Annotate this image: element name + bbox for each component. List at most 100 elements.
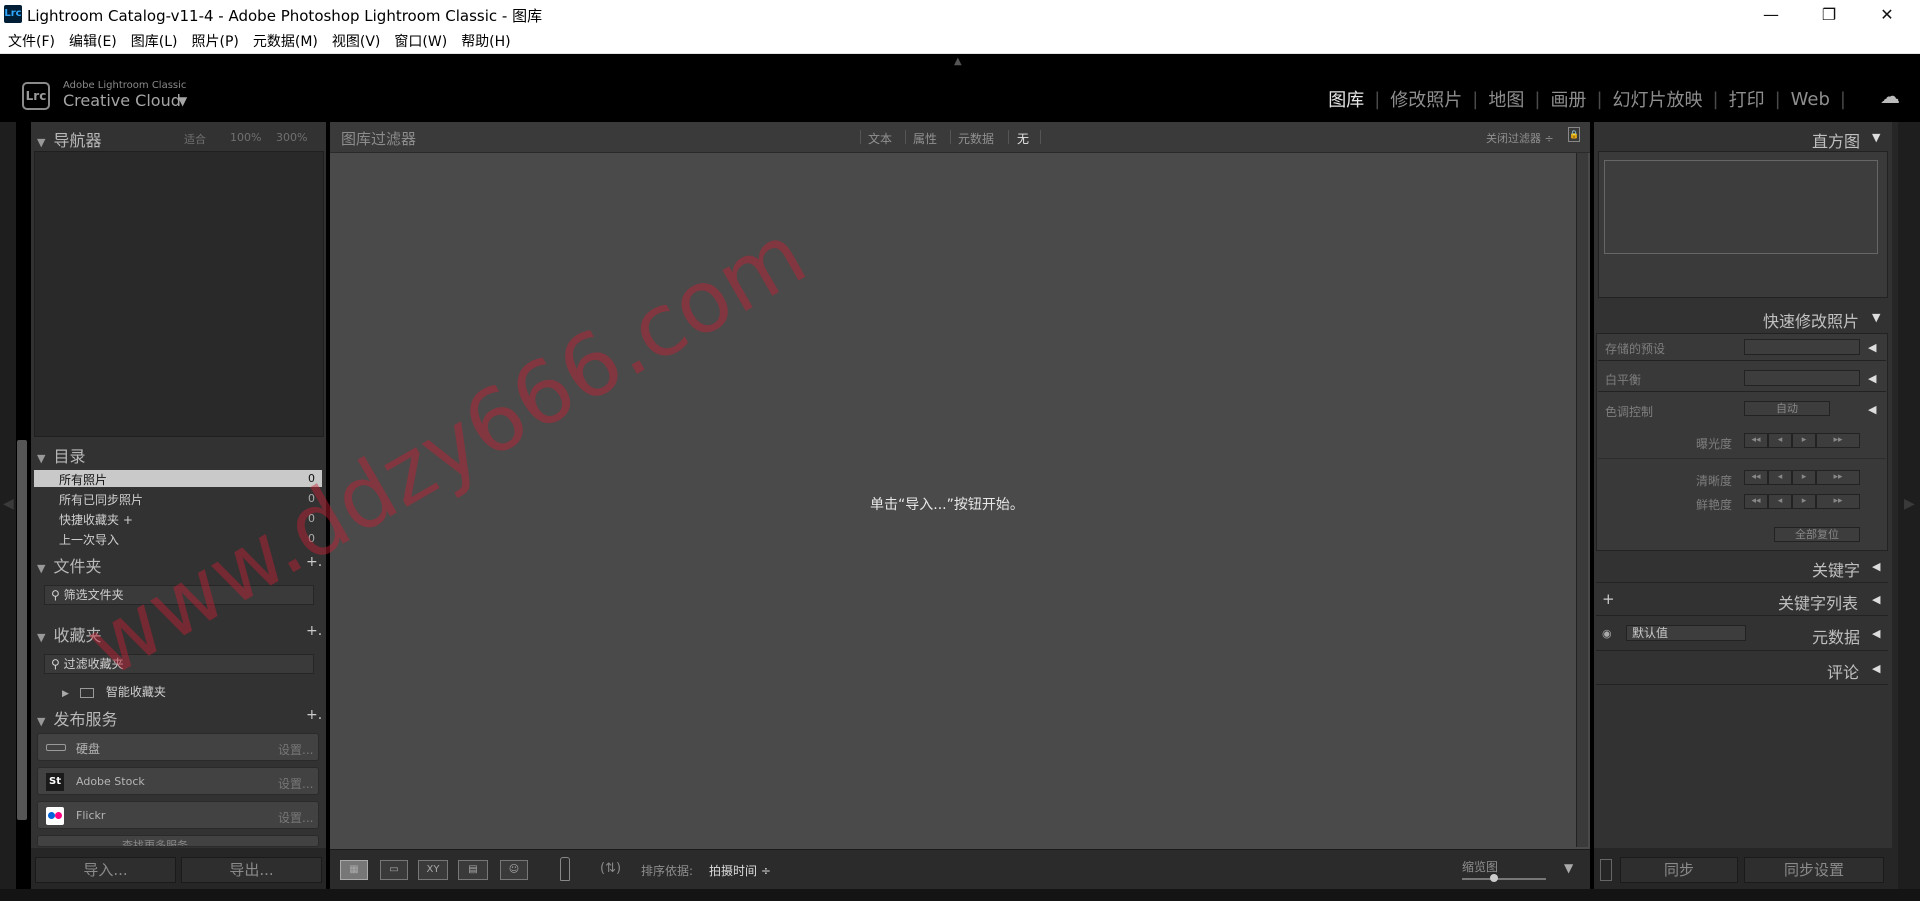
publish-item-hard-drive[interactable]: 硬盘 设置...: [37, 733, 319, 761]
menu-file[interactable]: 文件(F): [8, 31, 55, 51]
panel-expand-icon[interactable]: ◀: [1872, 627, 1880, 640]
panel-collapse-icon[interactable]: ▼: [1872, 131, 1880, 144]
module-library[interactable]: 图库: [1326, 86, 1366, 112]
saved-preset-dropdown[interactable]: [1744, 339, 1860, 355]
keyword-list-header[interactable]: 关键字列表: [1778, 590, 1858, 614]
sort-dropdown[interactable]: 拍摄时间 ÷: [709, 862, 771, 879]
thumbnail-size-slider[interactable]: [1462, 878, 1546, 880]
vibrance-decrease-large[interactable]: ◂◂: [1744, 494, 1768, 509]
import-button[interactable]: 导入...: [35, 857, 176, 883]
left-panel-toggle-icon[interactable]: ◀: [3, 496, 14, 512]
auto-tone-button[interactable]: 自动: [1744, 401, 1830, 416]
eye-icon[interactable]: ◉: [1602, 627, 1612, 640]
menu-library[interactable]: 图库(L): [131, 31, 178, 51]
panel-expand-icon[interactable]: ◀: [1872, 593, 1880, 606]
publish-item-flickr[interactable]: Flickr 设置...: [37, 801, 319, 829]
catalog-item-synced[interactable]: 所有已同步照片: [59, 491, 143, 508]
panel-collapse-icon[interactable]: ▼: [1872, 311, 1880, 324]
sync-settings-button[interactable]: 同步设置: [1744, 857, 1884, 883]
expand-left-icon[interactable]: ◀: [1868, 372, 1876, 385]
brand-creative-cloud[interactable]: Creative Cloud: [63, 91, 181, 110]
menu-help[interactable]: 帮助(H): [461, 31, 510, 51]
exposure-increase-large[interactable]: ▸▸: [1816, 433, 1860, 448]
export-button[interactable]: 导出...: [181, 857, 322, 883]
menu-window[interactable]: 窗口(W): [394, 31, 447, 51]
chevron-down-icon[interactable]: ▼: [178, 94, 187, 108]
histogram-graph[interactable]: [1604, 160, 1878, 254]
folders-header[interactable]: ▼ 文件夹: [37, 553, 101, 577]
clarity-decrease-large[interactable]: ◂◂: [1744, 470, 1768, 485]
white-balance-dropdown[interactable]: [1744, 370, 1860, 386]
publish-item-adobe-stock[interactable]: St Adobe Stock 设置...: [37, 767, 319, 795]
menu-edit[interactable]: 编辑(E): [69, 31, 117, 51]
quick-develop-header[interactable]: 快速修改照片: [1763, 308, 1859, 332]
exposure-decrease[interactable]: ◂: [1768, 433, 1792, 448]
sort-direction-icon[interactable]: (⇅): [600, 861, 621, 876]
panel-expand-icon[interactable]: ◀: [1872, 662, 1880, 675]
lock-icon[interactable]: 🔒: [1568, 127, 1580, 142]
expand-left-icon[interactable]: ◀: [1868, 341, 1876, 354]
expand-left-icon[interactable]: ◀: [1868, 403, 1876, 416]
auto-sync-toggle[interactable]: [1600, 859, 1612, 881]
painter-spray-icon[interactable]: [560, 857, 570, 881]
filter-tab-metadata[interactable]: 元数据: [958, 130, 994, 147]
clarity-increase[interactable]: ▸: [1792, 470, 1816, 485]
exposure-increase[interactable]: ▸: [1792, 433, 1816, 448]
catalog-item-quick-collection[interactable]: 快捷收藏夹 +: [59, 511, 133, 528]
left-panel-scrollbar[interactable]: [17, 440, 27, 820]
publish-setup-link[interactable]: 设置...: [278, 809, 313, 826]
menu-view[interactable]: 视图(V): [332, 31, 381, 51]
zoom-100[interactable]: 100%: [230, 131, 261, 144]
catalog-item-all-photos[interactable]: 所有照片: [59, 471, 107, 488]
vibrance-increase-large[interactable]: ▸▸: [1816, 494, 1860, 509]
reset-all-button[interactable]: 全部复位: [1774, 527, 1860, 542]
module-web[interactable]: Web: [1789, 89, 1832, 110]
cloud-sync-icon[interactable]: ☁: [1880, 86, 1904, 106]
find-more-services[interactable]: 查找更多服务...: [37, 835, 319, 847]
module-develop[interactable]: 修改照片: [1388, 86, 1464, 112]
metadata-header[interactable]: 元数据: [1812, 624, 1860, 648]
module-slideshow[interactable]: 幻灯片放映: [1611, 86, 1705, 112]
navigator-header[interactable]: ▼ 导航器: [37, 127, 101, 151]
top-panel-toggle-icon[interactable]: ▲: [954, 56, 962, 67]
exposure-decrease-large[interactable]: ◂◂: [1744, 433, 1768, 448]
toolbar-menu-chevron-icon[interactable]: ▼: [1564, 861, 1573, 875]
compare-view-icon[interactable]: XY: [418, 860, 448, 880]
close-button[interactable]: ✕: [1858, 0, 1916, 29]
zoom-300[interactable]: 300%: [276, 131, 307, 144]
minimize-button[interactable]: —: [1742, 0, 1800, 29]
grid-scrollbar[interactable]: [1576, 153, 1588, 847]
keywording-header[interactable]: 关键字: [1812, 557, 1860, 581]
add-publish-service-button[interactable]: +.: [306, 707, 322, 723]
vibrance-increase[interactable]: ▸: [1792, 494, 1816, 509]
grid-view-icon[interactable]: ▦: [340, 860, 368, 880]
histogram-header[interactable]: 直方图: [1812, 128, 1860, 152]
clarity-decrease[interactable]: ◂: [1768, 470, 1792, 485]
thumbnail-slider-thumb[interactable]: [1490, 874, 1498, 882]
loupe-view-icon[interactable]: ▭: [380, 860, 408, 880]
add-collection-button[interactable]: +.: [306, 623, 322, 639]
publish-services-header[interactable]: ▼ 发布服务: [37, 706, 117, 730]
zoom-fit[interactable]: 适合: [184, 131, 206, 147]
sync-button[interactable]: 同步: [1620, 857, 1738, 883]
filter-tab-none[interactable]: 无: [1017, 130, 1029, 147]
vibrance-decrease[interactable]: ◂: [1768, 494, 1792, 509]
panel-expand-icon[interactable]: ◀: [1872, 560, 1880, 573]
survey-view-icon[interactable]: ▤: [458, 860, 488, 880]
publish-setup-link[interactable]: 设置...: [278, 775, 313, 792]
module-map[interactable]: 地图: [1486, 86, 1526, 112]
add-keyword-button[interactable]: +: [1602, 590, 1615, 608]
navigator-preview[interactable]: [34, 151, 324, 437]
maximize-button[interactable]: ❐: [1800, 0, 1858, 29]
menu-photo[interactable]: 照片(P): [192, 31, 239, 51]
metadata-preset-dropdown[interactable]: 默认值: [1626, 625, 1746, 641]
comments-header[interactable]: 评论: [1827, 659, 1859, 683]
close-filter-dropdown[interactable]: 关闭过滤器 ÷: [1486, 130, 1554, 146]
clarity-increase-large[interactable]: ▸▸: [1816, 470, 1860, 485]
menu-metadata[interactable]: 元数据(M): [253, 31, 318, 51]
module-print[interactable]: 打印: [1727, 86, 1767, 112]
catalog-header[interactable]: ▼ 目录: [37, 443, 85, 467]
module-book[interactable]: 画册: [1548, 86, 1588, 112]
right-panel-toggle-icon[interactable]: ▶: [1904, 496, 1915, 512]
people-view-icon[interactable]: ☺: [500, 860, 528, 880]
